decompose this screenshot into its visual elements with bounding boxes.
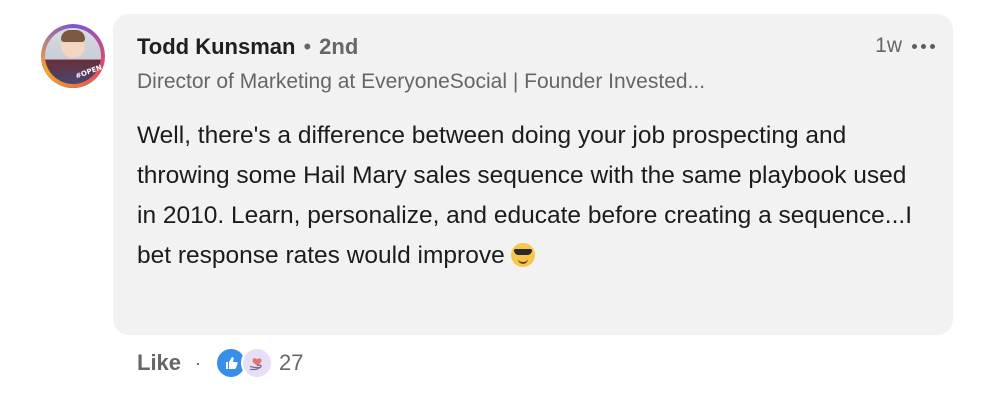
connection-degree: 2nd: [319, 34, 359, 59]
more-options-icon[interactable]: [912, 43, 935, 49]
support-reaction-icon: [241, 347, 274, 379]
sunglasses-emoji-icon: [510, 243, 535, 267]
comment-actions: Like · 27: [137, 347, 304, 379]
comment-meta: 1w: [875, 34, 935, 58]
degree-separator: •: [303, 34, 312, 59]
comment-bubble: Todd Kunsman • 2nd 1w Director of Market…: [113, 14, 953, 335]
comment-body: Well, there's a difference between doing…: [137, 116, 927, 276]
action-separator: ·: [195, 352, 202, 373]
comment-time: 1w: [875, 34, 902, 57]
author-avatar[interactable]: #OPEN: [41, 24, 105, 88]
author-name[interactable]: Todd Kunsman: [137, 34, 295, 60]
reaction-count: 27: [279, 350, 304, 375]
reactions-summary[interactable]: 27: [215, 347, 304, 379]
author-headline: Director of Marketing at EveryoneSocial …: [137, 70, 706, 93]
like-button[interactable]: Like: [137, 350, 181, 376]
author-name-row: Todd Kunsman • 2nd: [137, 34, 358, 60]
avatar-ring: [41, 24, 105, 88]
